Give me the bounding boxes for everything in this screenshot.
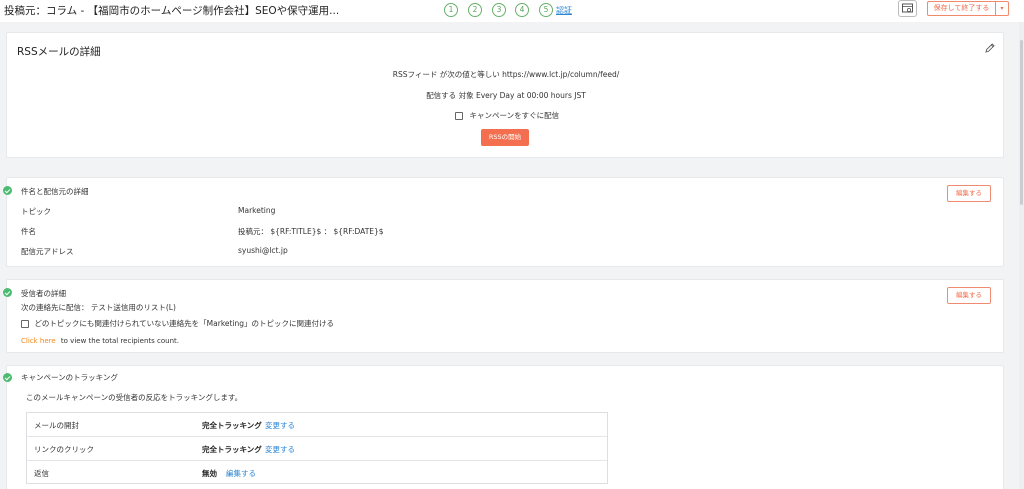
pencil-icon[interactable] xyxy=(984,42,996,54)
table-row: メールの開封 完全トラッキング 変更する xyxy=(27,413,607,437)
table-row: 返信 無効 編集する xyxy=(27,461,607,485)
recipients-section-title: 受信者の詳細 xyxy=(21,289,66,298)
subject-edit-button[interactable]: 編集する xyxy=(947,185,991,202)
check-circle-icon xyxy=(3,288,12,297)
send-now-option[interactable]: キャンペーンをすぐに配信 xyxy=(455,110,559,120)
save-dropdown-button[interactable]: ▾ xyxy=(995,1,1009,16)
subject-value: 投稿元： ${RF:TITLE}$ ： ${RF:DATE}$ xyxy=(238,227,384,236)
topic-value: Marketing xyxy=(238,206,276,215)
associate-topic-checkbox[interactable] xyxy=(21,319,29,328)
tracking-description: このメールキャンペーンの受信者の反応をトラッキングします。 xyxy=(26,393,243,402)
check-circle-icon xyxy=(3,373,12,382)
step-2[interactable]: 2 xyxy=(468,3,482,17)
step-4[interactable]: 4 xyxy=(515,3,529,17)
rss-details-card: RSSメールの詳細 RSSフィード が次の値と等しい https://www.l… xyxy=(6,32,1004,158)
rss-feed-line: RSSフィード が次の値と等しい https://www.lct.jp/colu… xyxy=(392,70,620,79)
scrollbar-thumb[interactable] xyxy=(1020,40,1023,205)
preview-icon xyxy=(902,3,913,13)
tracking-table: メールの開封 完全トラッキング 変更する リンクのクリック 完全トラッキング 変… xyxy=(26,412,608,484)
rss-schedule-line: 配信する 対象 Every Day at 00:00 hours JST xyxy=(426,91,586,100)
send-now-checkbox[interactable] xyxy=(455,111,463,120)
campaign-title: 投稿元：コラム - 【福岡市のホームページ制作会社】SEOや保守運用... xyxy=(4,5,340,17)
link-click-status: 完全トラッキング xyxy=(202,445,262,454)
recipients-edit-button[interactable]: 編集する xyxy=(947,287,991,304)
recipients-card: 受信者の詳細 編集する 次の連絡先に配信： テスト送信用のリスト(L) どのトピ… xyxy=(3,279,1004,353)
rss-start-button[interactable]: RSSの開始 xyxy=(481,129,529,146)
step-auth-link[interactable]: 認証 xyxy=(556,5,572,16)
save-and-exit-button[interactable]: 保存して終了する xyxy=(927,1,996,16)
recipients-count-text: to view the total recipients count. xyxy=(60,337,180,345)
sender-address-value: syushi@lct.jp xyxy=(238,246,288,255)
reply-label: 返信 xyxy=(34,469,49,478)
tracking-card: キャンペーンのトラッキング このメールキャンペーンの受信者の反応をトラッキングし… xyxy=(3,365,1004,489)
associate-topic-option[interactable]: どのトピックにも関連付けられていない連絡先を「Marketing」のトピックに関… xyxy=(21,318,334,329)
tracking-section-title: キャンペーンのトラッキング xyxy=(21,373,118,382)
table-row: リンクのクリック 完全トラッキング 変更する xyxy=(27,437,607,461)
email-open-change-link[interactable]: 変更する xyxy=(265,420,295,431)
subject-label: 件名 xyxy=(21,227,36,236)
subject-sender-card: 件名と配信元の詳細 編集する トピック Marketing 件名 投稿元： ${… xyxy=(3,177,1004,267)
reply-status: 無効 xyxy=(202,469,217,478)
sender-address-label: 配信元アドレス xyxy=(21,247,74,256)
associate-topic-label: どのトピックにも関連付けられていない連絡先を「Marketing」のトピックに関… xyxy=(34,319,335,328)
step-5[interactable]: 5 xyxy=(539,3,553,17)
subject-section-title: 件名と配信元の詳細 xyxy=(21,187,89,196)
reply-edit-link[interactable]: 編集する xyxy=(226,468,256,479)
link-click-change-link[interactable]: 変更する xyxy=(265,444,295,455)
top-bar: 投稿元：コラム - 【福岡市のホームページ制作会社】SEOや保守運用... 1 … xyxy=(0,0,1024,22)
rss-details-title: RSSメールの詳細 xyxy=(17,46,101,58)
step-1[interactable]: 1 xyxy=(444,3,458,17)
recipients-count-line: Click here to view the total recipients … xyxy=(21,337,179,345)
step-3[interactable]: 3 xyxy=(492,3,506,17)
topic-label: トピック xyxy=(21,207,51,216)
check-circle-icon xyxy=(3,186,12,195)
preview-button[interactable] xyxy=(898,0,917,17)
click-here-link[interactable]: Click here xyxy=(21,337,56,345)
link-click-label: リンクのクリック xyxy=(34,445,94,454)
email-open-status: 完全トラッキング xyxy=(202,421,262,430)
recipient-list-line: 次の連絡先に配信： テスト送信用のリスト(L) xyxy=(21,303,176,312)
send-now-label: キャンペーンをすぐに配信 xyxy=(469,111,560,120)
email-open-label: メールの開封 xyxy=(34,421,79,430)
